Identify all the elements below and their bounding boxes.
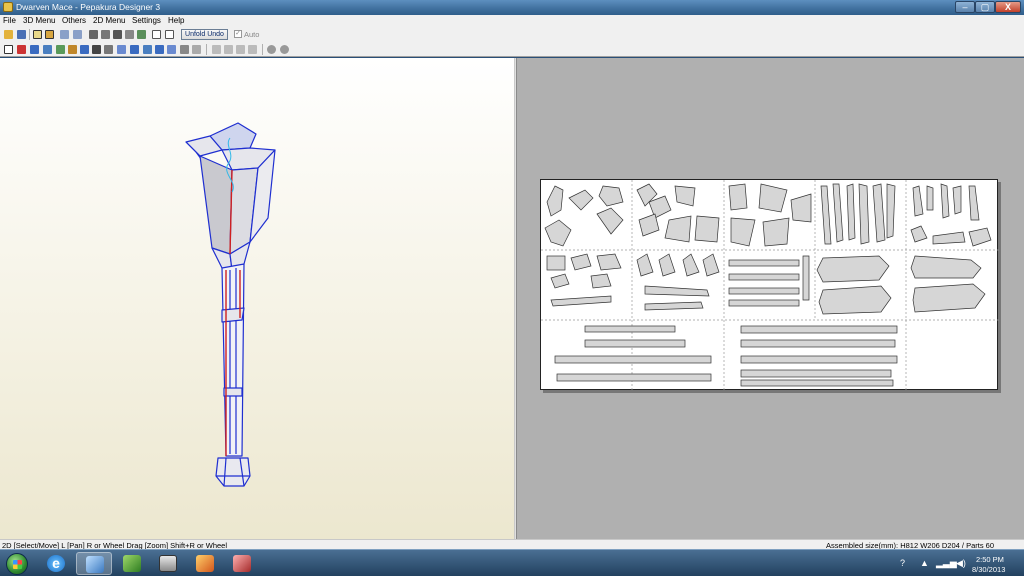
menu-bar: File 3D Menu Others 2D Menu Settings Hel… <box>0 15 1024 27</box>
anchor-icon[interactable] <box>113 30 122 39</box>
paper-sheet[interactable] <box>540 179 999 391</box>
menu-help[interactable]: Help <box>168 16 184 25</box>
close-button[interactable]: X <box>995 1 1021 13</box>
menu-file[interactable]: File <box>3 16 16 25</box>
auto-label: Auto <box>244 30 260 39</box>
clock-date[interactable]: 8/30/2013 <box>972 565 1005 574</box>
move-icon[interactable] <box>80 45 89 54</box>
scissors-icon[interactable] <box>92 45 101 54</box>
status-bar: 2D [Select/Move] L [Pan] R or Wheel Drag… <box>0 539 1024 550</box>
save-icon[interactable] <box>17 30 26 39</box>
mace-3d-model[interactable] <box>0 58 514 539</box>
window-split-icon[interactable] <box>165 30 174 39</box>
toolbar-separator <box>262 44 263 55</box>
grid-icon[interactable] <box>143 45 152 54</box>
copy-icon[interactable] <box>125 30 134 39</box>
toolbar-tools <box>0 42 1024 57</box>
title-bar: Dwarven Mace - Pepakura Designer 3 – ▢ X <box>0 0 1024 15</box>
columns-icon[interactable] <box>224 45 233 54</box>
system-tray: ? ▲ ▂▃▅ ◀) 2:50 PM 8/30/2013 <box>898 553 1018 575</box>
taskbar-internet-explorer[interactable]: e <box>38 552 74 575</box>
pen-icon[interactable] <box>17 45 26 54</box>
volume-icon[interactable]: ◀) <box>956 558 966 569</box>
pepakura-icon <box>86 556 104 573</box>
fold-icon[interactable] <box>130 45 139 54</box>
rows-icon[interactable] <box>236 45 245 54</box>
view-texture-icon[interactable] <box>45 30 54 39</box>
redo-icon[interactable] <box>73 30 82 39</box>
zoom-out-icon[interactable] <box>280 45 289 54</box>
unfold-icon[interactable] <box>30 45 39 54</box>
layout-icon[interactable] <box>212 45 221 54</box>
window-title: Dwarven Mace - Pepakura Designer 3 <box>16 2 161 12</box>
zoom-in-icon[interactable] <box>267 45 276 54</box>
unfolded-parts[interactable] <box>541 180 999 391</box>
view-3d-icon[interactable] <box>33 30 42 39</box>
undo-icon[interactable] <box>60 30 69 39</box>
clock-time[interactable]: 2:50 PM <box>976 555 1004 564</box>
network-icon[interactable]: ▂▃▅ <box>936 558 957 569</box>
3d-view[interactable] <box>0 58 514 539</box>
open-icon[interactable] <box>4 30 13 39</box>
arrange-icon[interactable] <box>155 45 164 54</box>
select-icon[interactable] <box>4 45 13 54</box>
menu-3d[interactable]: 3D Menu <box>23 16 55 25</box>
taskbar-green-app[interactable] <box>114 552 150 575</box>
leaf-icon <box>123 555 141 572</box>
distribute-icon[interactable] <box>248 45 257 54</box>
align-icon[interactable] <box>167 45 176 54</box>
export-icon[interactable] <box>137 30 146 39</box>
computer-icon <box>159 555 177 572</box>
taskbar: e ? ▲ ▂▃▅ ◀) 2:50 PM 8/30/2013 <box>0 549 1024 576</box>
taskbar-computer-app[interactable] <box>150 552 186 575</box>
unfold-undo-button[interactable]: Unfold Undo <box>181 29 228 40</box>
2d-view[interactable] <box>517 58 1024 539</box>
tab-icon[interactable] <box>104 45 113 54</box>
app-icon[interactable] <box>3 2 13 12</box>
toolbar-main: Unfold Undo ✓ Auto <box>0 27 1024 42</box>
cube-icon <box>233 555 251 572</box>
menu-settings[interactable]: Settings <box>132 16 161 25</box>
trash-icon[interactable] <box>101 30 110 39</box>
package-icon <box>196 555 214 572</box>
toolbar-separator <box>29 29 30 40</box>
menu-2d[interactable]: 2D Menu <box>93 16 125 25</box>
toolbar-separator <box>206 44 207 55</box>
help-icon[interactable]: ? <box>900 558 905 568</box>
arrow-up-icon[interactable]: ▲ <box>920 558 929 568</box>
taskbar-pepakura[interactable] <box>76 552 112 575</box>
print-icon[interactable] <box>180 45 189 54</box>
edit-icon[interactable] <box>89 30 98 39</box>
taskbar-orange-app[interactable] <box>187 552 223 575</box>
rotate-icon[interactable] <box>68 45 77 54</box>
minimize-button[interactable]: – <box>955 1 975 13</box>
flap-icon[interactable] <box>56 45 65 54</box>
edge-icon[interactable] <box>117 45 126 54</box>
internet-explorer-icon: e <box>47 555 65 572</box>
menu-others[interactable]: Others <box>62 16 86 25</box>
join-icon[interactable] <box>43 45 52 54</box>
maximize-button[interactable]: ▢ <box>975 1 995 13</box>
text-icon[interactable] <box>192 45 201 54</box>
window-icon[interactable] <box>152 30 161 39</box>
start-button[interactable] <box>6 553 28 575</box>
taskbar-3d-app[interactable] <box>224 552 260 575</box>
auto-checkbox[interactable]: ✓ <box>234 30 242 38</box>
